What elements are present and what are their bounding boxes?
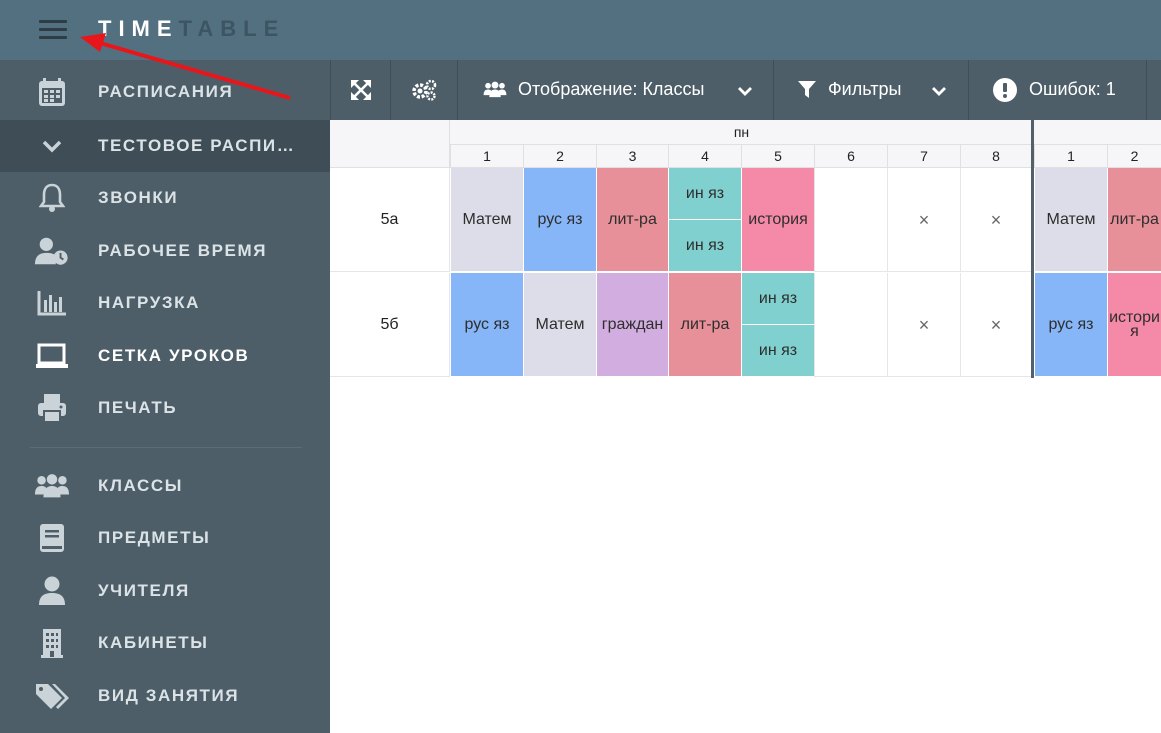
sidebar-item-work-time[interactable]: РАБОЧЕЕ ВРЕМЯ: [0, 225, 330, 277]
user-icon: [34, 576, 70, 605]
cross-icon: ×: [918, 209, 930, 230]
sidebar-item-subjects[interactable]: ПРЕДМЕТЫ: [0, 512, 330, 564]
tags-icon: [34, 682, 70, 710]
sidebar-item-label: КАБИНЕТЫ: [98, 633, 209, 652]
period-header: 2: [523, 145, 596, 168]
sidebar-item-label: ПРЕДМЕТЫ: [98, 528, 211, 547]
sidebar-item-bells[interactable]: ЗВОНКИ: [0, 172, 330, 224]
lesson-cell[interactable]: рус яз: [450, 273, 523, 377]
sidebar-item-load[interactable]: НАГРУЗКА: [0, 277, 330, 329]
sidebar-item-label: УЧИТЕЛЯ: [98, 581, 190, 600]
sidebar-divider: [30, 447, 302, 448]
sidebar-item-print[interactable]: ПЕЧАТЬ: [0, 382, 330, 434]
user-clock-icon: [34, 237, 70, 265]
printer-icon: [34, 394, 70, 423]
lesson-subject: рус яз: [1048, 315, 1094, 333]
lesson-cell[interactable]: Матем: [1034, 168, 1107, 272]
sidebar: РАСПИСАНИЯ ТЕСТОВОЕ РАСПИСАНИЕ ЗВОНКИ РА…: [0, 60, 330, 733]
lesson-subject: Матем: [535, 315, 585, 333]
lesson-cell[interactable]: лит-ра: [668, 273, 741, 377]
unavailable-cell[interactable]: ×: [960, 168, 1031, 272]
class-row-label: 5а: [330, 168, 450, 272]
sidebar-item-label: ТЕСТОВОЕ РАСПИСАНИЕ: [98, 136, 304, 155]
lesson-cell[interactable]: граждан: [596, 273, 668, 377]
period-header: 6: [814, 145, 887, 168]
empty-cell[interactable]: [814, 168, 887, 272]
lesson-cell[interactable]: лит-ра: [596, 168, 668, 272]
lesson-subject: лит-ра: [608, 210, 657, 228]
lesson-subgroup[interactable]: ин яз: [669, 168, 741, 220]
period-header: 2: [1107, 145, 1161, 168]
bar-chart-icon: [34, 289, 70, 317]
schedule-grid: пн 1234567812 5а Матем рус яз лит-ра ин яз ин…: [330, 120, 1161, 378]
lesson-subgroup[interactable]: ин яз: [669, 220, 741, 271]
sidebar-item-label: ВИД ЗАНЯТИЯ: [98, 686, 240, 705]
period-header: 3: [596, 145, 668, 168]
unavailable-cell[interactable]: ×: [960, 273, 1031, 377]
unavailable-cell[interactable]: ×: [887, 168, 960, 272]
period-header: 4: [668, 145, 741, 168]
cross-icon: ×: [918, 314, 930, 335]
sidebar-item-label: ПЕЧАТЬ: [98, 398, 178, 417]
users-icon: [34, 472, 70, 500]
day-separator: [1031, 120, 1034, 378]
sidebar-item-label: КЛАССЫ: [98, 476, 183, 495]
lesson-subject: Матем: [1046, 210, 1096, 228]
monitor-icon: [34, 342, 70, 370]
app-window: TIMETABLE РАСПИСАНИЯ ТЕСТОВОЕ РАСПИСАНИЕ…: [0, 0, 1161, 733]
period-header: 1: [450, 145, 523, 168]
sidebar-item-test-schedule[interactable]: ТЕСТОВОЕ РАСПИСАНИЕ: [0, 120, 330, 172]
lesson-cell[interactable]: рус яз: [523, 168, 596, 272]
cross-icon: ×: [990, 209, 1002, 230]
lesson-subgroup[interactable]: ин яз: [742, 325, 814, 376]
sidebar-item-label: ЗВОНКИ: [98, 188, 179, 207]
lesson-subject: лит-ра: [1110, 210, 1159, 228]
bell-icon: [34, 183, 70, 212]
lesson-subject: лит-ра: [680, 315, 730, 333]
period-header: 5: [741, 145, 814, 168]
chevron-down-icon: [34, 132, 70, 160]
building-icon: [34, 629, 70, 658]
period-header: 1: [1034, 145, 1107, 168]
sidebar-item-label: РАБОЧЕЕ ВРЕМЯ: [98, 241, 268, 260]
sidebar-item-rooms[interactable]: КАБИНЕТЫ: [0, 617, 330, 669]
class-row-label: 5б: [330, 273, 450, 377]
cross-icon: ×: [990, 314, 1002, 335]
unavailable-cell[interactable]: ×: [887, 273, 960, 377]
lesson-cell[interactable]: история: [741, 168, 814, 272]
lesson-cell[interactable]: рус яз: [1034, 273, 1107, 377]
annotation-arrow: [80, 33, 291, 100]
lesson-cell[interactable]: история: [1107, 273, 1161, 377]
empty-cell[interactable]: [814, 273, 887, 377]
lesson-subject: Матем: [462, 210, 512, 228]
lesson-cell[interactable]: Матем: [523, 273, 596, 377]
lesson-cell-split[interactable]: ин яз ин яз: [668, 168, 741, 272]
lesson-cell[interactable]: Матем: [450, 168, 523, 272]
lesson-cell[interactable]: лит-ра: [1107, 168, 1161, 272]
book-icon: [34, 524, 70, 552]
sidebar-item-lesson-grid[interactable]: СЕТКА УРОКОВ: [0, 330, 330, 382]
grid-corner: [330, 120, 450, 168]
lesson-cell-split[interactable]: ин яз ин яз: [741, 273, 814, 377]
lesson-subject: история: [748, 210, 808, 228]
lesson-subject: история: [1109, 308, 1160, 340]
day-header-mon: пн: [450, 120, 1033, 145]
lesson-subject: рус яз: [537, 210, 583, 228]
sidebar-item-classes[interactable]: КЛАССЫ: [0, 460, 330, 512]
sidebar-item-teachers[interactable]: УЧИТЕЛЯ: [0, 565, 330, 617]
sidebar-item-label: НАГРУЗКА: [98, 293, 200, 312]
period-header: 8: [960, 145, 1031, 168]
day-header-tue: [1034, 120, 1161, 145]
lesson-subject: рус яз: [464, 315, 510, 333]
period-header: 7: [887, 145, 960, 168]
lesson-subgroup[interactable]: ин яз: [742, 273, 814, 325]
sidebar-item-label: СЕТКА УРОКОВ: [98, 346, 250, 365]
lesson-subject: граждан: [601, 315, 664, 333]
sidebar-item-activity-type[interactable]: ВИД ЗАНЯТИЯ: [0, 670, 330, 722]
